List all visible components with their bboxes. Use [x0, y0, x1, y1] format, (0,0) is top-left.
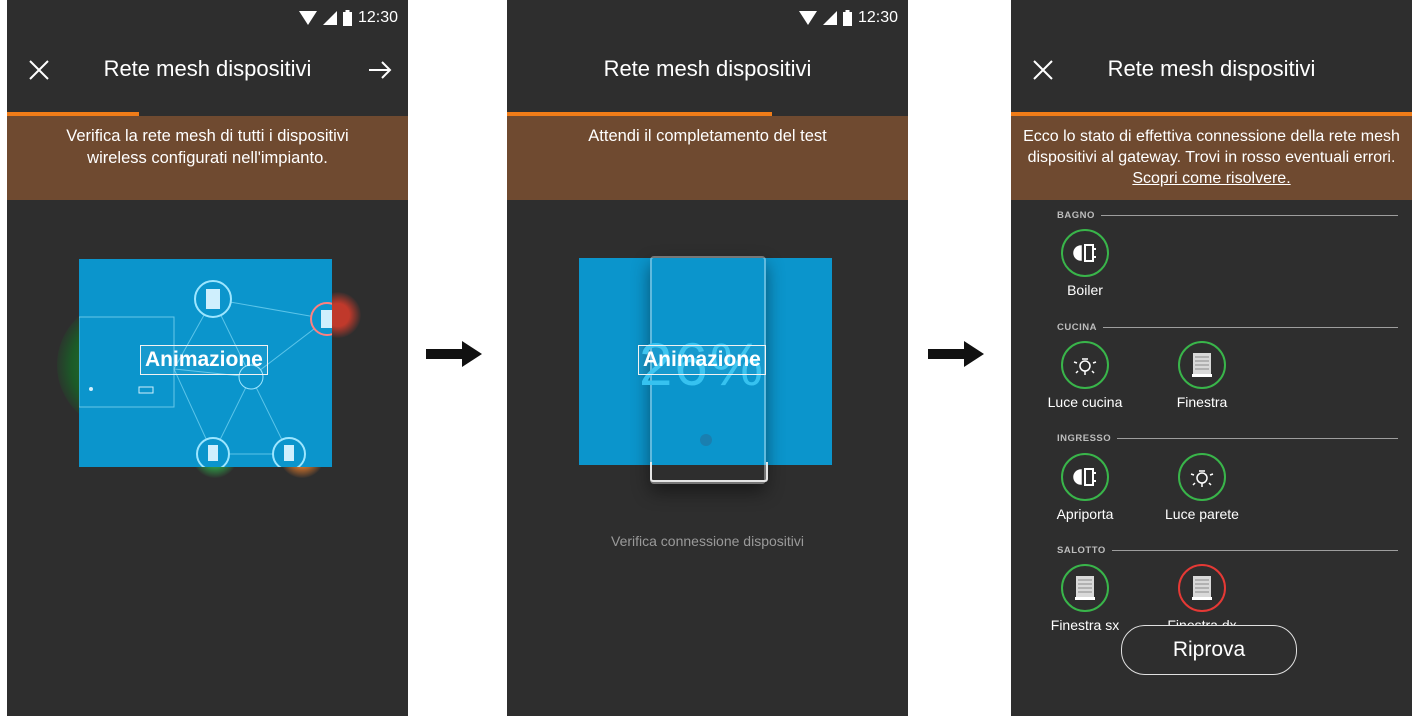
section-header: BAGNO — [1057, 209, 1398, 221]
device-item[interactable]: Boiler — [1030, 229, 1140, 298]
section-label: INGRESSO — [1057, 432, 1112, 444]
shutter-icon — [1075, 576, 1095, 600]
signal-icon — [322, 11, 337, 25]
screen-intro: 12:30 Rete mesh dispositivi Verifica la … — [7, 0, 408, 716]
device-item[interactable]: Finestra dx — [1147, 564, 1257, 633]
section-label: CUCINA — [1057, 321, 1097, 333]
app-bar: Rete mesh dispositivi — [1011, 34, 1412, 112]
signal-icon — [822, 11, 837, 25]
arrow-right-icon — [369, 61, 392, 79]
flow-arrow-icon — [426, 341, 482, 367]
battery-icon — [842, 10, 852, 26]
page-title: Rete mesh dispositivi — [103, 56, 312, 81]
bulb-icon — [1073, 358, 1097, 375]
flow-arrow-icon — [928, 341, 984, 367]
section-label: SALOTTO — [1057, 544, 1106, 556]
banner-text: Verifica la rete mesh di tutti i disposi… — [66, 127, 349, 167]
section-label: BAGNO — [1057, 209, 1095, 221]
info-banner: Verifica la rete mesh di tutti i disposi… — [7, 116, 408, 200]
section-header: INGRESSO — [1057, 432, 1398, 444]
retry-button[interactable]: Riprova — [1121, 625, 1297, 675]
screen-results: Rete mesh dispositivi Ecco lo stato di e… — [1011, 0, 1412, 716]
page-title: Rete mesh dispositivi — [603, 56, 812, 81]
screen-testing: 12:30 Rete mesh dispositivi Attendi il c… — [507, 0, 908, 716]
page-title: Rete mesh dispositivi — [1107, 56, 1316, 81]
app-bar: Rete mesh dispositivi — [507, 34, 908, 112]
banner-text: Attendi il completamento del test — [588, 127, 827, 145]
wifi-icon — [298, 11, 317, 25]
device-status-ok — [1061, 453, 1109, 501]
status-bar: 12:30 — [7, 0, 408, 34]
device-status-ok — [1061, 564, 1109, 612]
device-led — [700, 434, 712, 446]
device-item[interactable]: Luce parete — [1147, 453, 1257, 522]
info-banner: Attendi il completamento del test — [507, 116, 908, 200]
banner-text: Ecco lo stato di effettiva connessione d… — [1023, 128, 1400, 166]
section-header: CUCINA — [1057, 321, 1398, 333]
shutter-icon — [1192, 353, 1212, 377]
status-bar: 12:30 — [507, 0, 908, 34]
divider — [1111, 549, 1398, 551]
device-name: Luce parete — [1165, 506, 1239, 522]
shutter-icon — [1192, 576, 1212, 600]
device-name: Luce cucina — [1047, 394, 1123, 410]
divider — [1100, 214, 1398, 216]
animation-label: Animazione — [638, 345, 766, 375]
device-item[interactable]: Luce cucina — [1030, 341, 1140, 410]
lock-icon — [1073, 244, 1096, 262]
device-item[interactable]: Finestra sx — [1030, 564, 1140, 633]
lock-icon — [1073, 468, 1096, 486]
device-base — [650, 462, 768, 482]
clock: 12:30 — [857, 9, 898, 26]
bulb-icon — [1190, 470, 1214, 487]
divider — [1102, 326, 1398, 328]
device-status-ok — [1061, 341, 1109, 389]
battery-icon — [342, 10, 352, 26]
animation-label: Animazione — [140, 345, 268, 375]
device-item[interactable]: Apriporta — [1030, 453, 1140, 522]
help-link[interactable]: Scopri come risolvere. — [1132, 170, 1290, 187]
device-status-error — [1178, 564, 1226, 612]
section-header: SALOTTO — [1057, 544, 1398, 556]
device-name: Apriporta — [1056, 506, 1114, 522]
device-status-ok — [1178, 453, 1226, 501]
next-button[interactable] — [362, 52, 398, 88]
device-name: Finestra sx — [1050, 617, 1120, 633]
device-name: Finestra — [1176, 394, 1228, 410]
wifi-icon — [798, 11, 817, 25]
info-banner: Ecco lo stato di effettiva connessione d… — [1011, 116, 1412, 200]
device-item[interactable]: Finestra — [1147, 341, 1257, 410]
status-text: Verifica connessione dispositivi — [611, 533, 804, 549]
divider — [1117, 437, 1398, 439]
clock: 12:30 — [357, 9, 398, 26]
device-name: Boiler — [1067, 282, 1103, 298]
app-bar: Rete mesh dispositivi — [7, 34, 408, 112]
device-status-ok — [1061, 229, 1109, 277]
device-status-ok — [1178, 341, 1226, 389]
